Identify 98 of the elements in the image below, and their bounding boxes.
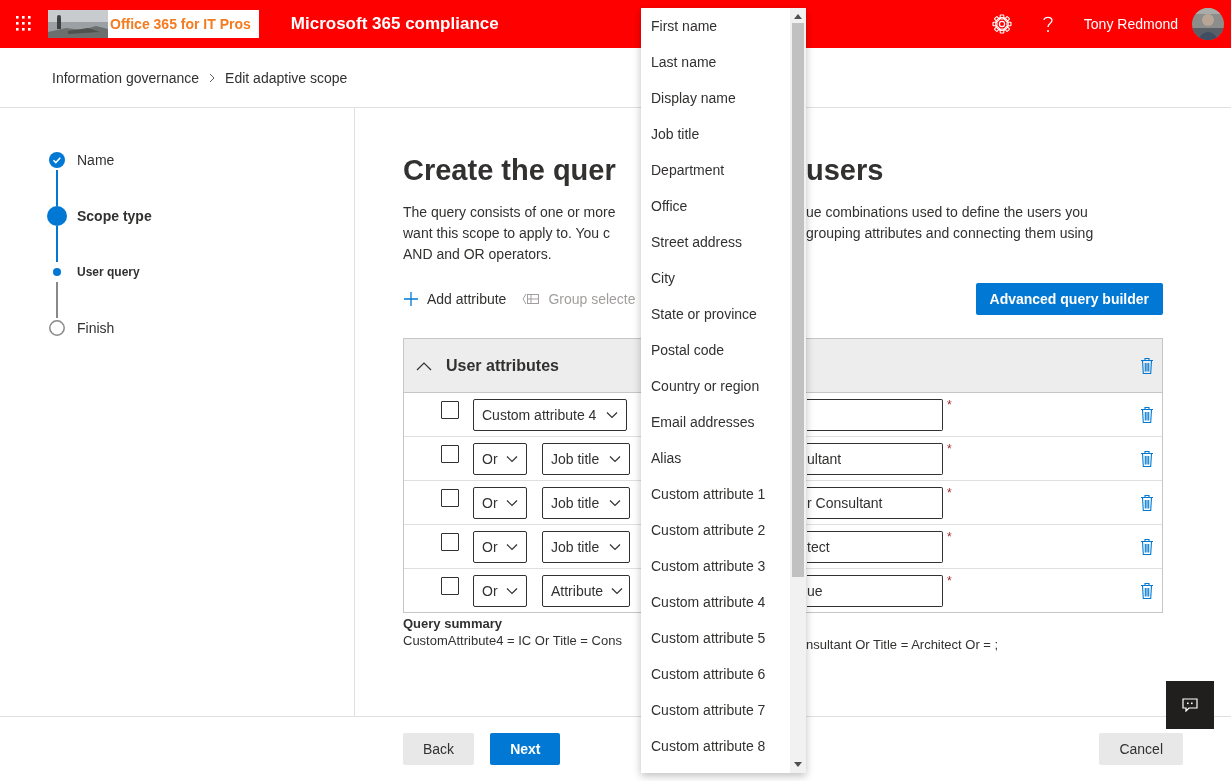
checkbox[interactable] xyxy=(441,400,459,419)
step-label: User query xyxy=(77,265,140,279)
menu-item[interactable]: Street address xyxy=(641,224,790,260)
chevron-down-icon xyxy=(606,410,618,419)
cancel-button[interactable]: Cancel xyxy=(1099,733,1183,765)
description-text: grouping attributes and connecting them using xyxy=(806,224,1095,243)
breadcrumb-link[interactable]: Information governance xyxy=(52,69,200,86)
required-asterisk: * xyxy=(947,574,952,587)
chevron-right-icon xyxy=(209,72,216,83)
menu-item[interactable]: Office xyxy=(641,188,790,224)
description-text: AND and OR operators. xyxy=(403,245,553,264)
required-asterisk: * xyxy=(947,486,952,499)
description-text: want this scope to apply to. You c xyxy=(403,224,612,243)
menu-item[interactable]: Department xyxy=(641,152,790,188)
next-button[interactable]: Next xyxy=(490,733,561,765)
chevron-up-icon[interactable] xyxy=(416,360,432,371)
menu-item[interactable]: State or province xyxy=(641,296,790,332)
chat-icon xyxy=(1182,698,1198,712)
dropdown[interactable]: Or xyxy=(473,530,527,563)
delete-icon[interactable] xyxy=(1140,449,1154,468)
add-attribute-button[interactable]: Add attribute xyxy=(403,291,507,307)
scroll-up-icon[interactable] xyxy=(794,14,802,19)
summary-text: CustomAttribute4 = IC Or Title = Cons xyxy=(403,632,623,650)
menu-item[interactable]: City xyxy=(641,260,790,296)
required-asterisk: * xyxy=(947,530,952,543)
value-field[interactable]: tect xyxy=(807,530,943,563)
chevron-down-icon xyxy=(609,454,621,463)
menu-item[interactable]: Custom attribute 4 xyxy=(641,584,790,620)
value-field[interactable]: r Consultant xyxy=(807,486,943,519)
back-button[interactable]: Back xyxy=(403,733,475,765)
help-icon[interactable] xyxy=(1041,15,1054,33)
dropdown[interactable]: Attribute xyxy=(542,574,630,607)
checkbox[interactable] xyxy=(441,532,459,551)
scrollbar-thumb[interactable] xyxy=(792,23,804,577)
dropdown[interactable]: Job title xyxy=(542,442,630,475)
menu-item[interactable]: Last name xyxy=(641,44,790,80)
value-field[interactable]: ue xyxy=(807,574,943,607)
dropdown[interactable]: Job title xyxy=(542,530,630,563)
required-asterisk: * xyxy=(947,442,952,455)
delete-icon[interactable] xyxy=(1140,581,1154,600)
menu-item[interactable]: Postal code xyxy=(641,332,790,368)
delete-icon[interactable] xyxy=(1140,405,1154,424)
step-label: Finish xyxy=(77,320,115,336)
menu-item[interactable]: Custom attribute 7 xyxy=(641,692,790,728)
delete-icon[interactable] xyxy=(1140,356,1154,375)
delete-icon[interactable] xyxy=(1140,537,1154,556)
step-label: Name xyxy=(77,152,115,168)
chevron-down-icon xyxy=(506,586,518,595)
chevron-down-icon xyxy=(506,498,518,507)
chevron-down-icon xyxy=(506,542,518,551)
menu-item[interactable]: Custom attribute 5 xyxy=(641,620,790,656)
menu-item[interactable]: Custom attribute 8 xyxy=(641,728,790,764)
menu-item[interactable]: Custom attribute 3 xyxy=(641,548,790,584)
delete-icon[interactable] xyxy=(1140,493,1154,512)
brand-name: Office 365 for IT Pros xyxy=(109,16,252,32)
menu-item[interactable]: Custom attribute 2 xyxy=(641,512,790,548)
feedback-button[interactable] xyxy=(1166,681,1214,729)
checkbox[interactable] xyxy=(441,488,459,507)
dropdown[interactable]: Custom attribute 4 xyxy=(473,398,627,431)
breadcrumb-link[interactable]: Edit adaptive scope xyxy=(225,69,348,86)
menu-item[interactable]: Country or region xyxy=(641,368,790,404)
dropdown[interactable]: Or xyxy=(473,442,527,475)
chevron-down-icon xyxy=(609,498,621,507)
description-text: The query consists of one or more xyxy=(403,203,617,222)
chevron-down-icon xyxy=(506,454,518,463)
summary-label: Query summary xyxy=(403,616,503,631)
description-text: ue combinations used to define the users you xyxy=(806,203,1089,222)
value-field[interactable]: ultant xyxy=(807,442,943,475)
summary-text: nsultant Or Title = Architect Or = ; xyxy=(806,636,1000,654)
page-heading: Create the quer xyxy=(403,153,617,188)
menu-item[interactable]: Email addresses xyxy=(641,404,790,440)
dropdown[interactable]: Or xyxy=(473,574,527,607)
advanced-query-builder-button[interactable]: Advanced query builder xyxy=(975,283,1163,315)
required-asterisk: * xyxy=(947,398,952,411)
checkbox[interactable] xyxy=(441,444,459,463)
scrollbar[interactable] xyxy=(790,8,806,773)
menu-item[interactable]: Job title xyxy=(641,116,790,152)
menu-item[interactable]: Alias xyxy=(641,440,790,476)
group-icon xyxy=(522,293,541,305)
checkbox[interactable] xyxy=(441,576,459,595)
menu-item[interactable]: First name xyxy=(641,8,790,44)
user-name[interactable]: Tony Redmond xyxy=(1083,16,1178,32)
scroll-down-icon[interactable] xyxy=(794,762,802,767)
step-label: Scope type xyxy=(77,208,152,224)
dropdown[interactable]: Or xyxy=(473,486,527,519)
waffle-icon[interactable] xyxy=(16,16,32,32)
chevron-down-icon xyxy=(609,542,621,551)
group-title: User attributes xyxy=(446,356,559,375)
settings-icon[interactable] xyxy=(991,14,1012,34)
menu-item[interactable]: Custom attribute 6 xyxy=(641,656,790,692)
page-heading: users xyxy=(806,153,885,188)
chevron-down-icon xyxy=(611,586,624,595)
value-field[interactable] xyxy=(807,398,943,431)
menu-item[interactable]: Custom attribute 1 xyxy=(641,476,790,512)
app-title: Microsoft 365 compliance xyxy=(290,14,499,34)
menu-item[interactable]: Display name xyxy=(641,80,790,116)
plus-icon xyxy=(403,291,419,307)
dropdown[interactable]: Job title xyxy=(542,486,630,519)
